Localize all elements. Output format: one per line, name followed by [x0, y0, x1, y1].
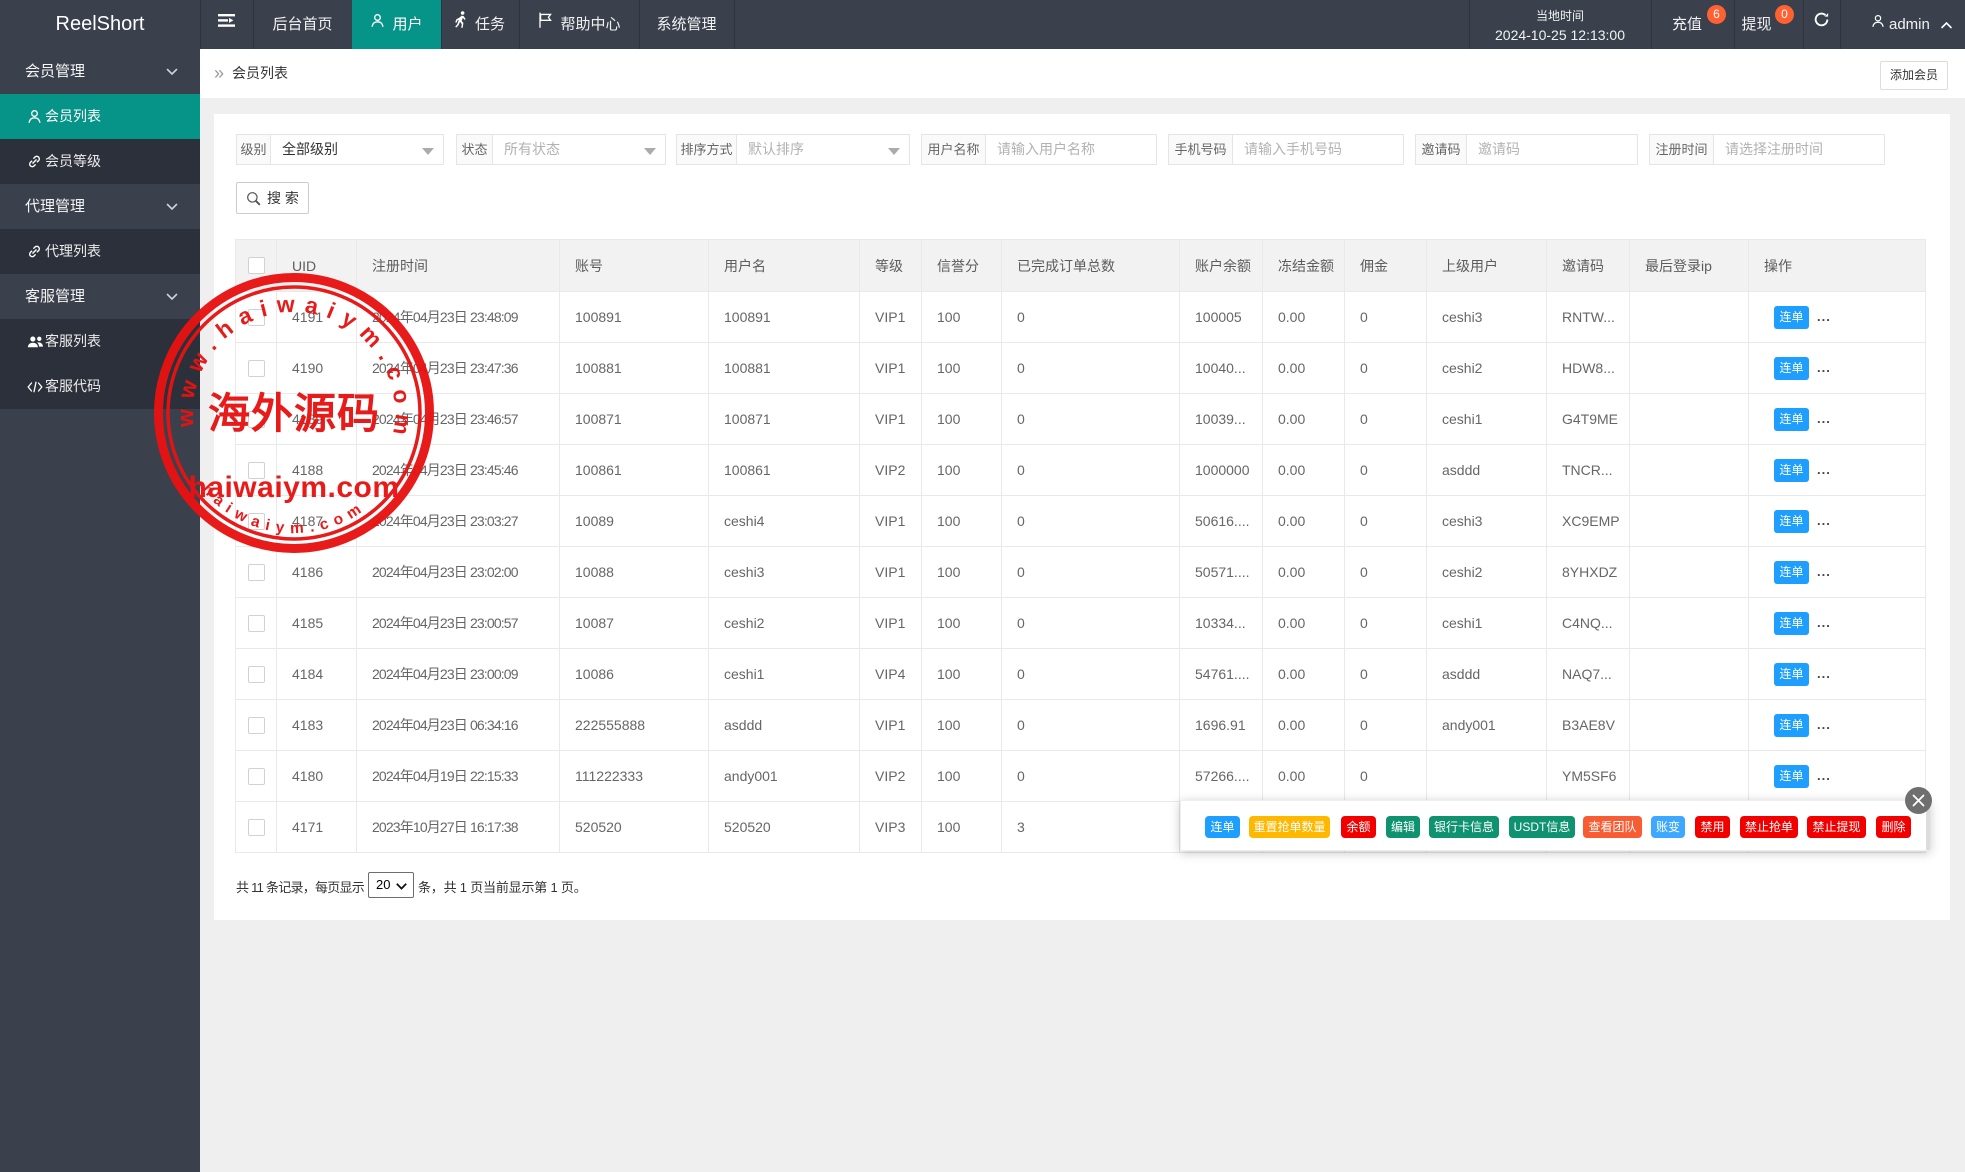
svg-text:海外源码: 海外源码	[208, 391, 380, 438]
